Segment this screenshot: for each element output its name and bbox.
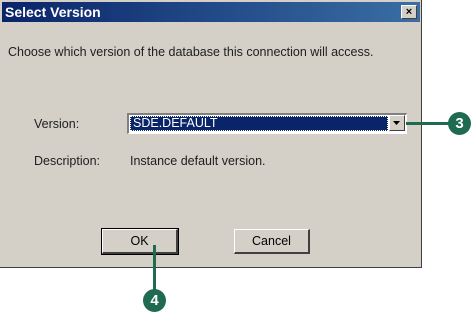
callout-3-badge: 3 — [448, 112, 471, 135]
close-button[interactable]: × — [401, 5, 417, 19]
version-label: Version: — [34, 117, 80, 131]
cancel-button[interactable]: Cancel — [234, 229, 310, 254]
callout-4-leader-line — [153, 245, 156, 291]
title-bar[interactable]: Select Version × — [2, 2, 420, 22]
description-value: Instance default version. — [130, 154, 266, 168]
callout-4-badge: 4 — [143, 289, 166, 312]
version-dropdown-value[interactable]: SDE.DEFAULT — [130, 116, 388, 131]
dropdown-arrow-button[interactable] — [389, 115, 405, 131]
ok-button[interactable]: OK — [101, 228, 179, 255]
callout-3-leader-line — [406, 122, 453, 125]
chevron-down-icon — [393, 121, 400, 125]
version-dropdown[interactable]: SDE.DEFAULT — [127, 113, 407, 134]
select-version-dialog: Select Version × Choose which version of… — [0, 0, 422, 268]
description-label: Description: — [34, 154, 100, 168]
dialog-title: Select Version — [5, 4, 101, 20]
instruction-text: Choose which version of the database thi… — [8, 45, 374, 59]
close-icon: × — [405, 6, 413, 18]
page: Select Version × Choose which version of… — [0, 0, 471, 317]
